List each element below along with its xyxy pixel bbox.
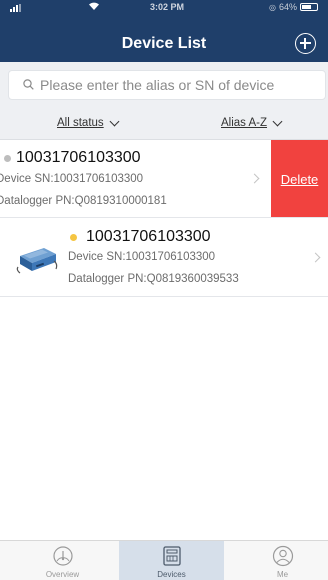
tab-bar: Overview Devices Me [0, 540, 328, 580]
tab-devices-label: Devices [157, 570, 186, 579]
tab-me-label: Me [276, 570, 289, 579]
device-sn: Device SN:10031706103300 [0, 173, 144, 185]
gauge-icon [52, 546, 73, 566]
tab-devices[interactable]: Devices [119, 541, 224, 580]
tab-overview[interactable]: Overview [10, 541, 115, 580]
search-icon [23, 79, 34, 90]
search-input[interactable] [40, 75, 320, 95]
chevron-down-icon [109, 116, 120, 126]
chevron-down-icon [272, 116, 283, 126]
sort-label: Alias A-Z [221, 117, 268, 129]
location-icon: ◎ [269, 2, 276, 12]
status-dot [4, 155, 11, 162]
battery-status: ◎ 64% [269, 2, 318, 12]
page-title: Device List [121, 35, 207, 52]
search-box[interactable] [8, 70, 326, 100]
battery-percent: 64% [278, 2, 297, 12]
add-device-button[interactable] [295, 33, 316, 54]
status-time: 3:02 PM [150, 2, 185, 12]
device-name: 10031706103300 [16, 149, 141, 166]
status-filter-dropdown[interactable]: All status [57, 116, 120, 129]
datalogger-pn: Datalogger PN:Q0819310000181 [0, 195, 167, 207]
tab-me[interactable]: Me [230, 541, 328, 580]
device-row[interactable]: 10031706103300 Device SN:10031706103300 … [0, 140, 328, 218]
signal-icon [10, 4, 21, 12]
devices-icon [162, 546, 181, 566]
search-area [0, 62, 328, 108]
chevron-right-icon [249, 173, 260, 184]
battery-icon [300, 3, 318, 11]
chevron-right-icon [310, 252, 321, 263]
datalogger-pn: Datalogger PN:Q0819360039533 [68, 273, 239, 285]
status-filter-label: All status [57, 117, 104, 129]
status-dot [70, 234, 77, 241]
delete-button[interactable]: Delete [271, 140, 328, 217]
user-icon [272, 545, 293, 567]
tab-overview-label: Overview [45, 570, 80, 579]
device-sn: Device SN:10031706103300 [68, 251, 216, 263]
wifi-icon [88, 1, 100, 15]
sort-dropdown[interactable]: Alias A-Z [221, 116, 283, 129]
filter-bar: All status Alias A-Z [0, 108, 328, 140]
device-name: 10031706103300 [86, 228, 211, 245]
datalogger-device-image [16, 248, 58, 274]
device-row[interactable]: 10031706103300 Device SN:10031706103300 … [0, 219, 328, 297]
status-bar: 3:02 PM ◎ 64% [0, 0, 328, 16]
header-bar: 3:02 PM ◎ 64% Device List [0, 0, 328, 62]
